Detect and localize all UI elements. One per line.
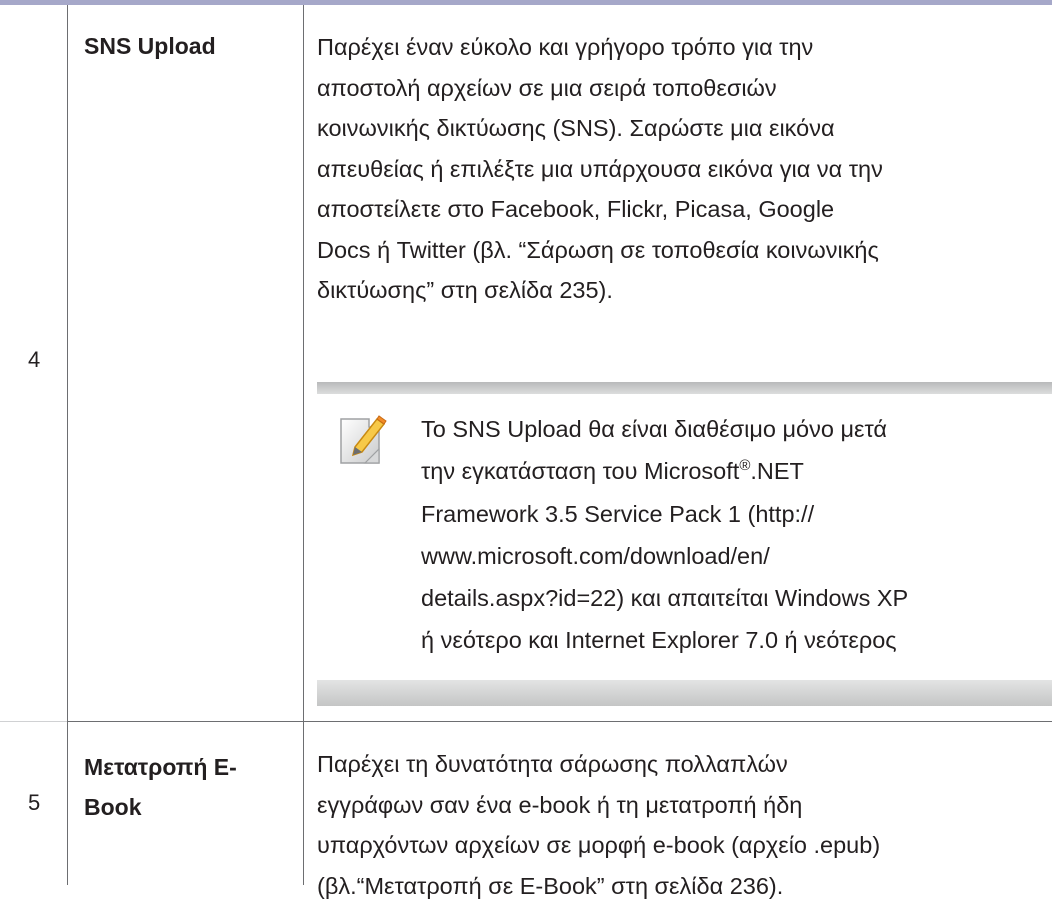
description-line: απευθείας ή επιλέξτε μια υπάρχουσα εικόν… [317,149,883,190]
row-number: 5 [28,790,40,816]
description-line: Παρέχει τη δυνατότητα σάρωσης πολλαπλών [317,744,880,785]
row-separator [67,721,1052,722]
registered-mark: ® [739,457,750,474]
note-line: ή νεότερο και Internet Explorer 7.0 ή νε… [421,619,908,661]
note-line: Framework 3.5 Service Pack 1 (http:// [421,493,908,535]
description-line: κοινωνικής δικτύωσης (SNS). Σαρώστε μια … [317,108,883,149]
description-line: (βλ.“Μετατροπή σε E-Book” στη σελίδα 236… [317,866,880,906]
feature-name-line: Book [84,787,237,827]
note-line-part: την εγκατάσταση του Microsoft [421,458,739,484]
note-line: Το SNS Upload θα είναι διαθέσιμο μόνο με… [421,408,908,450]
feature-name: Μετατροπή E- Book [84,747,237,827]
column-divider-2 [303,5,304,885]
table-top-rule [0,0,1052,5]
description-line: εγγράφων σαν ένα e-book ή τη μετατροπή ή… [317,785,880,826]
note-line: την εγκατάσταση του Microsoft®.NET [421,450,908,492]
description-line: Παρέχει έναν εύκολο και γρήγορο τρόπο γι… [317,27,883,68]
row-separator-left [0,721,67,722]
feature-name-line: Μετατροπή E- [84,747,237,787]
note-pencil-icon [339,413,387,465]
row-number: 4 [28,347,40,373]
description-line: αποστείλετε στο Facebook, Flickr, Picasa… [317,189,883,230]
note-line: www.microsoft.com/download/en/ [421,535,908,577]
note-text: Το SNS Upload θα είναι διαθέσιμο μόνο με… [421,408,908,662]
feature-name: SNS Upload [84,26,216,66]
note-line-part: .NET [750,458,804,484]
description-line: Docs ή Twitter (βλ. “Σάρωση σε τοποθεσία… [317,230,883,271]
column-divider-1 [67,5,68,885]
description-line: υπαρχόντων αρχείων σε μορφή e-book (αρχε… [317,825,880,866]
note-top-band [317,382,1052,394]
note-bottom-band [317,680,1052,706]
note-line: details.aspx?id=22) και απαιτείται Windo… [421,577,908,619]
description-line: δικτύωσης” στη σελίδα 235). [317,270,883,311]
feature-description: Παρέχει τη δυνατότητα σάρωσης πολλαπλών … [317,744,880,906]
feature-description: Παρέχει έναν εύκολο και γρήγορο τρόπο γι… [317,27,883,311]
description-line: αποστολή αρχείων σε μια σειρά τοποθεσιών [317,68,883,109]
